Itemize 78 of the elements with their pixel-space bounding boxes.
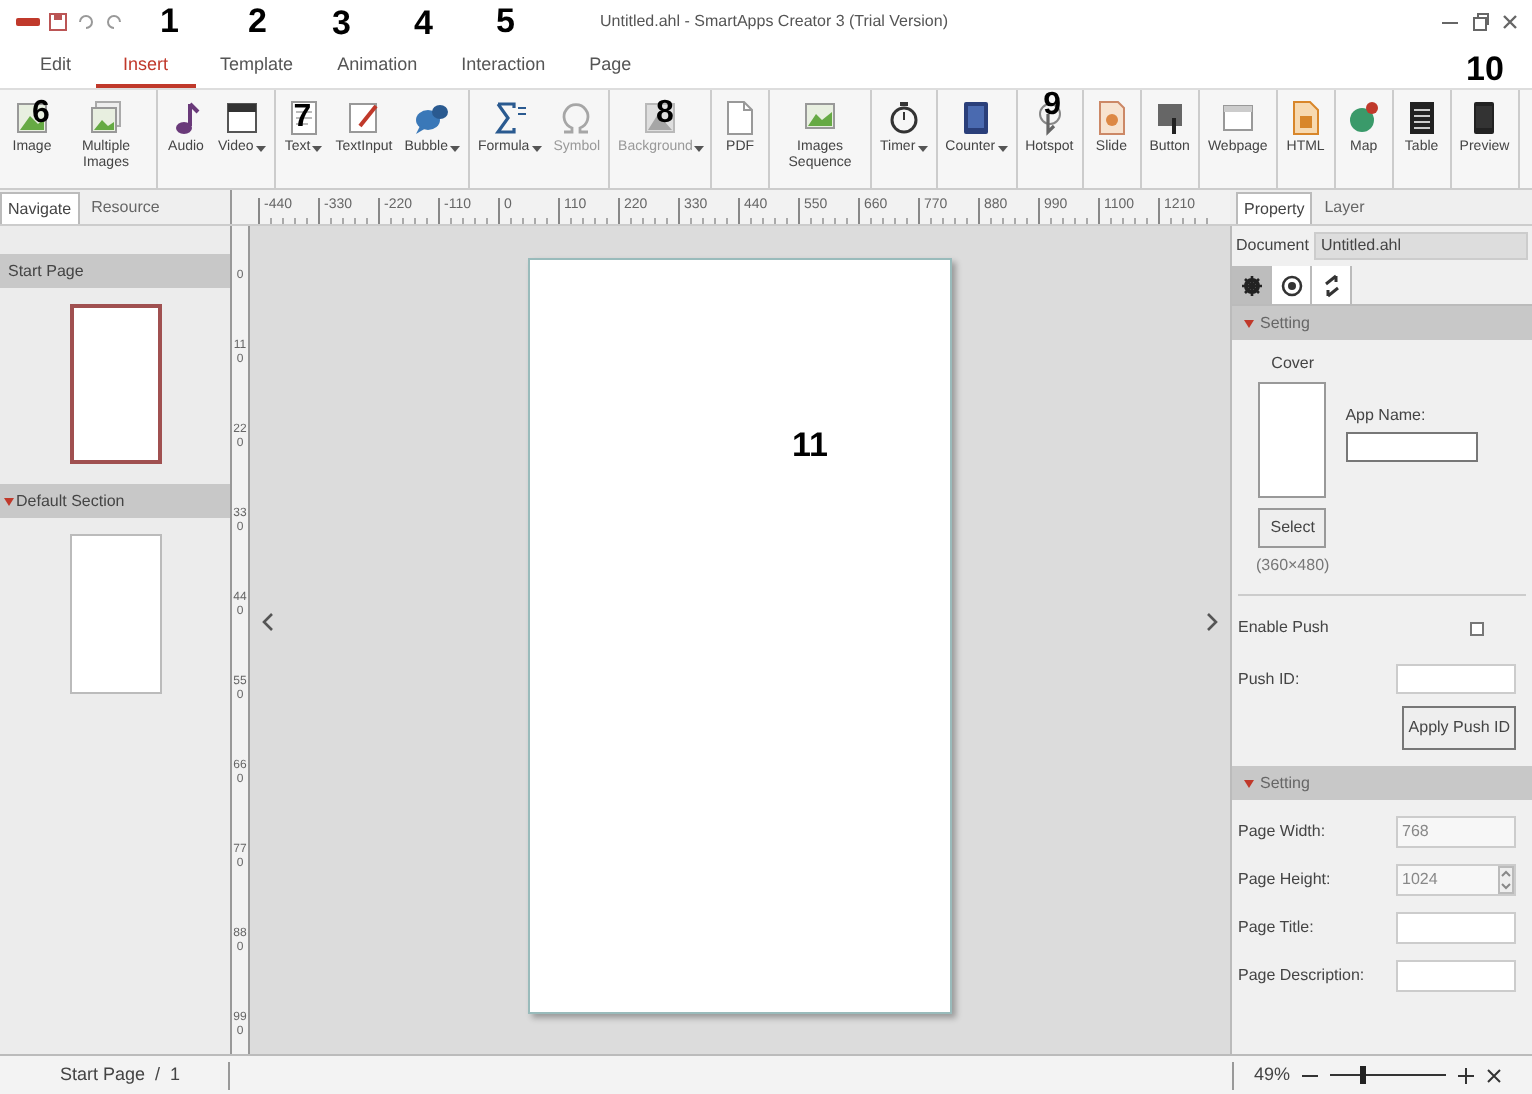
pictures-icon bbox=[86, 98, 126, 138]
panel-tab[interactable]: Layer bbox=[1312, 192, 1377, 224]
circle-badge-icon bbox=[1279, 273, 1303, 297]
callout-number: 1 bbox=[160, 4, 179, 40]
expanded-triangle-icon bbox=[4, 497, 14, 505]
restore-icon[interactable] bbox=[1470, 12, 1490, 32]
document-label: Document bbox=[1236, 234, 1309, 258]
film-icon bbox=[221, 98, 262, 138]
field-label: Page Description: bbox=[1238, 964, 1365, 988]
callout-number: 6 bbox=[32, 98, 50, 130]
panel-tab[interactable]: Property bbox=[1236, 192, 1313, 224]
callout-number: 10 bbox=[1466, 52, 1504, 88]
app-logo-icon bbox=[16, 14, 40, 30]
push-id-field[interactable] bbox=[1396, 664, 1516, 694]
page-indicator: Start Page / 1 bbox=[60, 1061, 181, 1088]
section-header[interactable]: Start Page bbox=[0, 254, 230, 288]
app-name-field[interactable] bbox=[1345, 432, 1478, 462]
window-title: Untitled.ahl - SmartApps Creator 3 (Trial Version) bbox=[600, 10, 948, 34]
section-title: Default Section bbox=[16, 489, 125, 513]
callout-number: 5 bbox=[496, 4, 515, 40]
menu-tab[interactable]: Template bbox=[200, 48, 314, 88]
document-name-field[interactable]: Untitled.ahl bbox=[1314, 232, 1528, 260]
slider-thumb[interactable] bbox=[1360, 1066, 1367, 1084]
callout-number: 4 bbox=[414, 6, 433, 42]
close-icon[interactable] bbox=[1500, 12, 1520, 32]
menu-tab[interactable]: Page bbox=[569, 48, 652, 88]
gear-icon bbox=[1239, 273, 1263, 297]
text-field[interactable] bbox=[1396, 960, 1516, 992]
section-header[interactable]: Setting bbox=[1232, 306, 1532, 340]
callout-number: 11 bbox=[792, 428, 828, 464]
picture-icon bbox=[12, 98, 52, 138]
expanded-triangle-icon bbox=[1244, 319, 1254, 327]
field-label: Page Height: bbox=[1238, 868, 1331, 892]
enable-push-checkbox[interactable] bbox=[1470, 621, 1484, 635]
spinner-arrows-icon[interactable] bbox=[1498, 866, 1514, 894]
cover-image-box[interactable] bbox=[1258, 382, 1327, 498]
landscape-frame-icon bbox=[640, 98, 681, 138]
redo-icon[interactable] bbox=[104, 12, 124, 32]
cover-size-text: (360×480) bbox=[1256, 554, 1330, 578]
spinner-value: 1024 bbox=[1402, 868, 1438, 892]
section-header[interactable]: Default Section bbox=[0, 484, 230, 518]
expanded-triangle-icon bbox=[1244, 779, 1254, 787]
undo-icon[interactable] bbox=[76, 12, 96, 32]
section-header[interactable]: Setting bbox=[1232, 766, 1532, 800]
text-field[interactable] bbox=[1396, 912, 1516, 944]
cover-label: Cover bbox=[1271, 352, 1315, 376]
zoom-slider[interactable] bbox=[1330, 1066, 1447, 1084]
field-label: Page Width: bbox=[1238, 820, 1326, 844]
push-id-label: Push ID: bbox=[1238, 667, 1300, 691]
icon-tab[interactable] bbox=[1232, 266, 1272, 304]
fit-icon[interactable] bbox=[1486, 1067, 1503, 1083]
zoom-percentage: 49% bbox=[1254, 1061, 1291, 1088]
section-title: Setting bbox=[1260, 771, 1310, 795]
enable-push-label: Enable Push bbox=[1238, 616, 1329, 640]
save-icon[interactable] bbox=[48, 12, 68, 32]
panel-tab[interactable]: Resource bbox=[79, 192, 172, 224]
select-button[interactable]: Select bbox=[1258, 508, 1327, 548]
icon-tab[interactable] bbox=[1272, 266, 1312, 304]
icon-tab[interactable] bbox=[1312, 266, 1352, 304]
page-thumbnail[interactable] bbox=[69, 534, 161, 694]
section-title: Start Page bbox=[6, 259, 84, 283]
menu-tab[interactable]: Interaction bbox=[441, 48, 566, 88]
apply-push-id-button[interactable]: Apply Push ID bbox=[1402, 706, 1516, 750]
zoom-in-icon[interactable] bbox=[1458, 1067, 1475, 1083]
section-title: Setting bbox=[1260, 311, 1310, 335]
callout-number: 9 bbox=[1043, 90, 1061, 122]
swap-arrows-icon bbox=[1319, 273, 1343, 297]
sigma-icon bbox=[489, 98, 530, 138]
panel-tab[interactable]: Navigate bbox=[0, 192, 80, 224]
app-name-label: App Name: bbox=[1345, 404, 1428, 428]
callout-number: 8 bbox=[656, 98, 674, 130]
menu-tab[interactable]: Animation bbox=[317, 48, 438, 88]
menu-tab[interactable]: Edit bbox=[20, 48, 92, 88]
page-thumbnail[interactable] bbox=[69, 304, 161, 464]
field-label: Page Title: bbox=[1238, 916, 1314, 940]
callout-number: 7 bbox=[293, 102, 312, 134]
callout-number: 2 bbox=[248, 4, 267, 40]
callout-number: 3 bbox=[332, 6, 351, 42]
